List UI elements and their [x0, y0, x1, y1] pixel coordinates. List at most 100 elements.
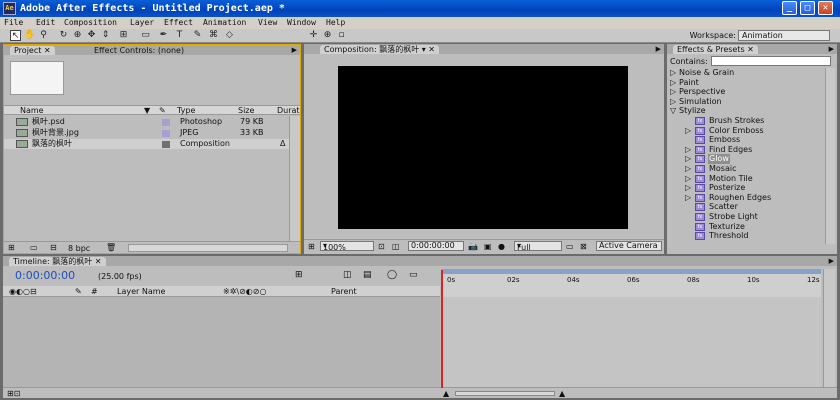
label-color-swatch[interactable] [162, 141, 170, 148]
col-duration[interactable]: Durat [277, 106, 300, 115]
effect-item[interactable]: ▷ fx Color Emboss [667, 126, 825, 136]
av-features-icon[interactable]: ◉◐○⊟ [9, 287, 37, 296]
label-color-swatch[interactable] [162, 119, 170, 126]
draft-3d-icon[interactable]: ◫ [343, 270, 352, 280]
effect-category[interactable]: ▷ Simulation [667, 97, 825, 107]
label-column-icon[interactable]: ✎ [159, 106, 166, 115]
layer-tracks[interactable] [441, 297, 821, 387]
tab-composition[interactable]: Composition: 飘落的枫叶 ▾ ✕ [320, 45, 440, 54]
comp-timecode[interactable]: 0:00:00:00 [408, 241, 464, 251]
effect-item[interactable]: ▷ fx Roughen Edges [667, 193, 825, 203]
orbit-camera-tool-icon[interactable]: ⊕ [72, 30, 83, 41]
timeline-panel-menu-icon[interactable]: ▶ [829, 257, 834, 265]
brush-tool-icon[interactable]: ✎ [192, 30, 203, 41]
menu-animation[interactable]: Animation [203, 18, 246, 27]
comp-panel-menu-icon[interactable]: ▶ [656, 45, 661, 53]
track-z-tool-icon[interactable]: ⇕ [100, 30, 111, 41]
track-xy-tool-icon[interactable]: ✥ [86, 30, 97, 41]
minimize-button[interactable]: _ [782, 1, 797, 15]
preset-arrow-icon[interactable]: ▷ [685, 183, 691, 193]
close-button[interactable]: ✕ [818, 1, 833, 15]
menu-layer[interactable]: Layer [130, 18, 154, 27]
effects-scrollbar[interactable] [825, 68, 835, 244]
sort-arrow-icon[interactable]: ▼ [144, 106, 150, 115]
col-hash[interactable]: # [91, 287, 98, 296]
effect-item[interactable]: ▷ fx Glow [667, 154, 825, 165]
effect-item[interactable]: fx Emboss [667, 135, 825, 145]
work-area-bar[interactable] [441, 269, 821, 274]
workspace-dropdown[interactable]: Animation [738, 30, 830, 41]
always-preview-icon[interactable]: ⊞ [308, 242, 315, 251]
effect-item[interactable]: ▷ fx Find Edges [667, 145, 825, 155]
effect-item[interactable]: fx Strobe Light [667, 212, 825, 222]
new-comp-icon[interactable]: ⊟ [50, 243, 57, 252]
channel-icon[interactable]: ● [498, 242, 505, 251]
show-snapshot-icon[interactable]: ▣ [484, 242, 492, 251]
composition-viewer[interactable] [338, 66, 628, 229]
timeline-scrollbar[interactable] [823, 269, 835, 387]
project-hscrollbar[interactable] [128, 244, 288, 252]
motion-blur-icon[interactable]: ◯ [387, 270, 397, 280]
hide-shy-layers-icon[interactable]: ▤ [363, 270, 372, 280]
transparency-grid-icon[interactable]: ⊠ [580, 242, 587, 251]
effect-item[interactable]: fx Texturize [667, 222, 825, 232]
effect-item[interactable]: fx Threshold [667, 231, 825, 241]
zoom-out-icon[interactable]: ▲ [443, 389, 449, 398]
timeline-timecode[interactable]: 0:00:00:00 [15, 269, 75, 282]
tab-effects-presets[interactable]: Effects & Presets ✕ [673, 45, 758, 54]
col-layer-name[interactable]: Layer Name [117, 287, 165, 296]
menu-edit[interactable]: Edit [36, 18, 55, 27]
clone-stamp-tool-icon[interactable]: ⌘ [208, 30, 219, 41]
effects-panel-menu-icon[interactable]: ▶ [829, 45, 834, 53]
comp-dropdown-icon[interactable]: ▾ [422, 45, 426, 54]
col-size[interactable]: Size [238, 106, 254, 115]
hand-tool-icon[interactable]: ✋ [24, 30, 35, 41]
effect-item[interactable]: ▷ fx Posterize [667, 183, 825, 193]
resolution-dropdown[interactable]: Full ▾ [514, 241, 562, 252]
pan-behind-tool-icon[interactable]: ⊞ [118, 30, 129, 41]
preset-arrow-icon[interactable]: ▷ [685, 154, 691, 164]
effect-category[interactable]: ▷ Perspective [667, 87, 825, 97]
col-type[interactable]: Type [177, 106, 195, 115]
pen-tool-icon[interactable]: ✒ [158, 30, 169, 41]
collapsed-arrow-icon[interactable]: ▷ [670, 87, 676, 97]
menu-help[interactable]: Help [326, 18, 345, 27]
menu-view[interactable]: View [258, 18, 277, 27]
zoom-slider[interactable] [455, 391, 555, 396]
collapsed-arrow-icon[interactable]: ▷ [670, 78, 676, 88]
axis-view-icon[interactable]: ▫ [336, 30, 347, 41]
tab-project[interactable]: Project ✕ [10, 46, 55, 55]
label-color-swatch[interactable] [162, 130, 170, 137]
effect-category[interactable]: ▷ Noise & Grain [667, 68, 825, 78]
current-time-indicator[interactable] [441, 270, 443, 388]
preset-arrow-icon[interactable]: ▷ [685, 193, 691, 203]
collapsed-arrow-icon[interactable]: ▷ [670, 97, 676, 107]
zoom-dropdown[interactable]: 100% ▾ [320, 241, 374, 252]
menu-window[interactable]: Window [287, 18, 316, 27]
effect-item[interactable]: ▷ fx Mosaic [667, 164, 825, 174]
eraser-tool-icon[interactable]: ◇ [224, 30, 235, 41]
preset-arrow-icon[interactable]: ▷ [685, 174, 691, 184]
camera-dropdown[interactable]: Active Camera [596, 241, 662, 251]
tab-effect-controls[interactable]: Effect Controls: (none) [90, 46, 188, 55]
interpret-footage-icon[interactable]: ⊞ [8, 243, 15, 252]
trash-icon[interactable]: 🗑 [106, 243, 116, 252]
safe-zones-icon[interactable]: ⊡ [378, 242, 385, 251]
expand-switches-icon[interactable]: ⊞⊡ [7, 389, 20, 398]
effect-item[interactable]: ▷ fx Motion Tile [667, 174, 825, 184]
mask-view-icon[interactable]: ◫ [392, 242, 400, 251]
effect-item[interactable]: fx Scatter [667, 202, 825, 212]
rotate-tool-icon[interactable]: ↻ [58, 30, 69, 41]
effect-category[interactable]: ▷ Paint [667, 78, 825, 88]
maximize-button[interactable]: □ [800, 1, 815, 15]
effect-category[interactable]: ▽ Stylize [667, 106, 825, 116]
col-name[interactable]: Name [20, 106, 44, 115]
col-parent[interactable]: Parent [331, 287, 357, 296]
axis-world-icon[interactable]: ⊕ [322, 30, 333, 41]
preset-arrow-icon[interactable]: ▷ [685, 126, 691, 136]
axis-local-icon[interactable]: ✛ [308, 30, 319, 41]
menu-effect[interactable]: Effect [164, 18, 193, 27]
project-scrollbar[interactable] [289, 116, 300, 241]
tab-timeline[interactable]: Timeline: 飘落的枫叶 ✕ [9, 257, 106, 266]
preset-arrow-icon[interactable]: ▷ [685, 164, 691, 174]
